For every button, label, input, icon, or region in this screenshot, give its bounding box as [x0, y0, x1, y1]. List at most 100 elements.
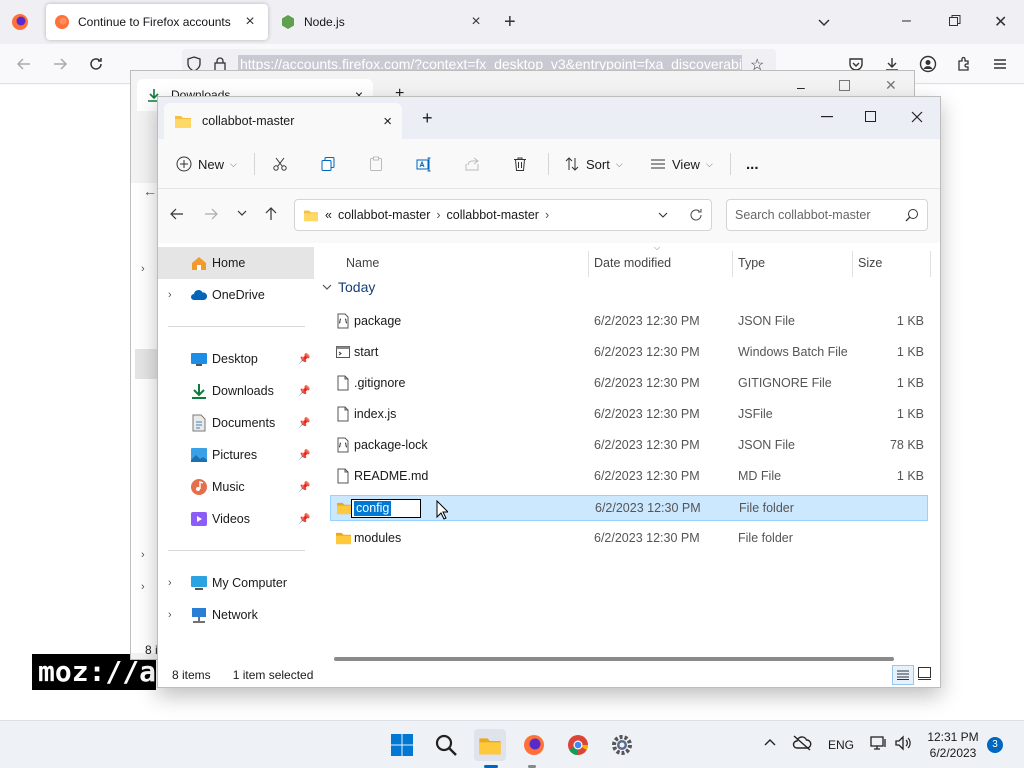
column-header-size[interactable]: Size [858, 249, 882, 277]
nav-item-videos[interactable]: Videos 📌 [158, 503, 314, 535]
column-header-type[interactable]: Type [738, 249, 765, 277]
file-row[interactable]: package 6/2/2023 12:30 PM JSON File 1 KB [330, 309, 928, 335]
settings-taskbar-button[interactable] [606, 729, 638, 761]
close-tab-icon[interactable]: × [383, 113, 392, 130]
cloud-sync-off-icon[interactable] [792, 735, 812, 751]
delete-button[interactable] [512, 149, 528, 179]
rename-button[interactable] [416, 149, 432, 179]
chevron-right-icon[interactable]: › [168, 289, 172, 301]
chevron-right-icon[interactable]: › [545, 208, 549, 222]
firefox-taskbar-button[interactable] [518, 729, 550, 761]
pin-icon[interactable]: 📌 [298, 450, 310, 461]
file-row[interactable]: package-lock 6/2/2023 12:30 PM JSON File 78… [330, 433, 928, 459]
breadcrumb-item[interactable]: collabbot-master [338, 208, 430, 222]
column-header-name[interactable]: Name [346, 249, 379, 277]
close-window-icon[interactable]: ✕ [994, 12, 1007, 32]
breadcrumb-item[interactable]: collabbot-master [447, 208, 539, 222]
pin-icon[interactable]: 📌 [298, 514, 310, 525]
minimize-icon[interactable]: – [902, 12, 911, 30]
copy-button[interactable] [320, 149, 336, 179]
column-header-date[interactable]: Date modified [594, 249, 671, 277]
forward-icon[interactable] [48, 52, 72, 76]
file-row[interactable]: README.md 6/2/2023 12:30 PM MD File 1 KB [330, 464, 928, 490]
nav-item-documents[interactable]: Documents 📌 [158, 407, 314, 439]
file-explorer-taskbar-button[interactable] [474, 729, 506, 761]
clock[interactable]: 12:31 PM 6/2/2023 [918, 729, 988, 761]
file-row[interactable]: index.js 6/2/2023 12:30 PM JSFile 1 KB [330, 402, 928, 428]
file-row[interactable]: .gitignore 6/2/2023 12:30 PM GITIGNORE Fil… [330, 371, 928, 397]
column-divider[interactable] [852, 251, 853, 277]
column-divider[interactable] [732, 251, 733, 277]
close-tab-icon[interactable]: × [240, 12, 260, 32]
tab-collabbot-master[interactable]: collabbot-master × [164, 103, 402, 139]
more-options-button[interactable]: ... [746, 149, 759, 179]
nav-item-my-computer[interactable]: › My Computer [158, 567, 314, 599]
address-bar[interactable]: « collabbot-master › collabbot-master › [294, 199, 712, 231]
pin-icon[interactable]: 📌 [298, 482, 310, 493]
new-tab-icon[interactable]: + [504, 12, 516, 32]
nav-item-home[interactable]: Home [158, 247, 314, 279]
new-tab-icon[interactable]: + [422, 109, 433, 127]
breadcrumb-overflow[interactable]: « [325, 208, 332, 222]
minimize-icon[interactable]: – [797, 79, 805, 95]
network-status-icon[interactable] [870, 735, 888, 751]
account-icon[interactable] [916, 52, 940, 76]
group-header-today[interactable]: Today [322, 279, 375, 295]
notification-badge[interactable]: 3 [987, 737, 1003, 753]
chevron-right-icon[interactable]: › [141, 581, 145, 593]
tiles-view-toggle[interactable] [918, 667, 931, 680]
up-arrow-icon[interactable] [264, 207, 278, 221]
nav-item-network[interactable]: › Network [158, 599, 314, 631]
close-window-icon[interactable] [894, 103, 940, 131]
restore-icon[interactable] [948, 14, 962, 28]
nav-item-desktop[interactable]: Desktop 📌 [158, 343, 314, 375]
reload-icon[interactable] [84, 52, 108, 76]
pin-icon[interactable]: 📌 [298, 354, 310, 365]
nav-item-pictures[interactable]: Pictures 📌 [158, 439, 314, 471]
file-row[interactable]: modules 6/2/2023 12:30 PM File folder [330, 526, 928, 552]
volume-icon[interactable] [894, 735, 912, 751]
back-arrow-icon[interactable]: ← [143, 183, 157, 199]
nav-item-music[interactable]: Music 📌 [158, 471, 314, 503]
search-button[interactable] [430, 729, 462, 761]
chevron-right-icon[interactable]: › [141, 263, 145, 275]
chevron-right-icon[interactable]: › [141, 549, 145, 561]
details-view-toggle[interactable] [892, 665, 914, 685]
chrome-taskbar-button[interactable] [562, 729, 594, 761]
close-tab-icon[interactable]: × [466, 12, 486, 32]
refresh-icon[interactable] [689, 208, 703, 222]
chevron-right-icon[interactable]: › [168, 577, 172, 589]
file-row[interactable]: start 6/2/2023 12:30 PM Windows Batch File… [330, 340, 928, 366]
address-dropdown-icon[interactable] [657, 209, 669, 221]
search-input[interactable]: Search collabbot-master [726, 199, 928, 231]
pin-icon[interactable]: 📌 [298, 418, 310, 429]
forward-arrow-icon[interactable] [204, 207, 218, 221]
back-arrow-icon[interactable] [170, 207, 184, 221]
tab-nodejs[interactable]: Node.js × [272, 4, 494, 40]
chevron-right-icon[interactable]: › [168, 609, 172, 621]
language-indicator[interactable]: ENG [828, 738, 854, 752]
share-button[interactable] [464, 149, 480, 179]
maximize-icon[interactable] [848, 103, 894, 131]
rename-input[interactable]: config [351, 499, 421, 518]
view-button[interactable]: View ⌵ [650, 149, 713, 179]
sort-button[interactable]: Sort ⌵ [564, 149, 623, 179]
recent-locations-icon[interactable] [236, 207, 248, 219]
close-window-icon[interactable]: ✕ [885, 77, 897, 94]
column-divider[interactable] [930, 251, 931, 277]
cut-button[interactable] [272, 149, 288, 179]
nav-item-downloads[interactable]: Downloads 📌 [158, 375, 314, 407]
extensions-icon[interactable] [952, 52, 976, 76]
list-tabs-icon[interactable] [816, 14, 832, 30]
firefox-menu-icon[interactable] [10, 12, 30, 32]
file-row[interactable]: config 6/2/2023 12:30 PM File folder [330, 495, 928, 521]
new-button[interactable]: New ⌵ [176, 149, 237, 179]
pin-icon[interactable]: 📌 [298, 386, 310, 397]
paste-button[interactable] [368, 149, 384, 179]
nav-item-onedrive[interactable]: › OneDrive [158, 279, 314, 311]
chevron-right-icon[interactable]: › [436, 208, 440, 222]
column-divider[interactable] [588, 251, 589, 277]
tab-firefox-accounts[interactable]: Continue to Firefox accounts × [46, 4, 268, 40]
back-icon[interactable] [12, 52, 36, 76]
app-menu-icon[interactable] [988, 52, 1012, 76]
